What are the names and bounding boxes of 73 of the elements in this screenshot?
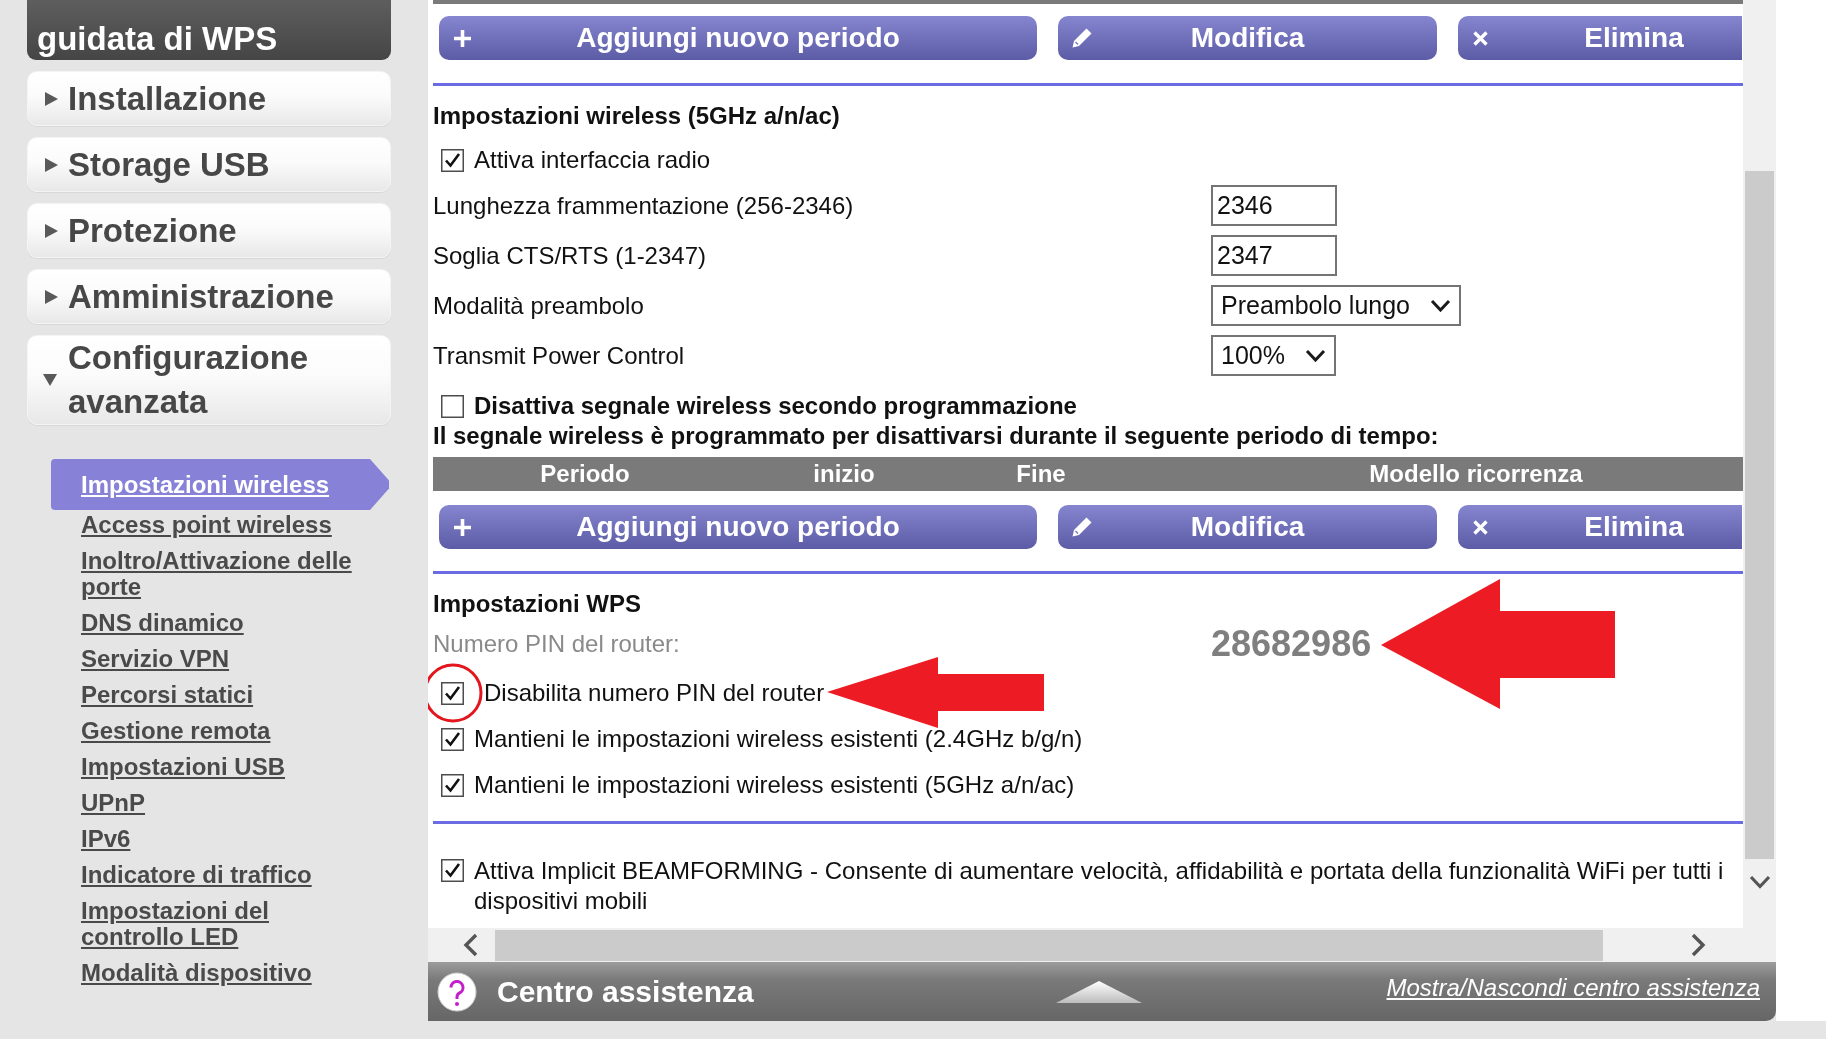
pencil-icon: [1072, 28, 1092, 48]
chevron-down-icon: [1430, 299, 1451, 312]
action-button[interactable]: Elimina: [1458, 16, 1742, 60]
submenu-link[interactable]: Indicatore di traffico: [51, 860, 389, 896]
text-field[interactable]: 2346: [1211, 185, 1337, 226]
action-button[interactable]: Aggiungi nuovo periodo: [439, 16, 1037, 60]
chevron-right-icon[interactable]: [1690, 933, 1707, 957]
menu-item[interactable]: Storage USB: [27, 137, 391, 192]
checkbox[interactable]: [441, 681, 464, 705]
checkbox[interactable]: [441, 727, 464, 751]
field-label: Modalità preambolo: [433, 291, 644, 320]
section-heading: Impostazioni wireless (5GHz a/n/ac): [433, 102, 841, 130]
chevron-down-icon: [1304, 349, 1326, 362]
submenu-link[interactable]: Percorsi statici: [51, 680, 389, 716]
checkbox-label: Attiva interfaccia radio: [474, 146, 711, 174]
up-triangle-icon[interactable]: [1055, 980, 1142, 1003]
submenu-link[interactable]: Modalità dispositivo: [51, 958, 389, 994]
checkbox[interactable]: [441, 859, 464, 882]
field-label: Lunghezza frammentazione (256-2346): [433, 191, 854, 220]
action-button[interactable]: Aggiungi nuovo periodo: [439, 505, 1037, 549]
submenu-link[interactable]: Inoltro/Attivazione delle porte: [51, 546, 389, 608]
section-heading: Impostazioni WPS: [433, 590, 642, 618]
checkbox[interactable]: [441, 773, 464, 797]
submenu-link[interactable]: Impostazioni del controllo LED: [51, 896, 389, 958]
submenu-link[interactable]: Servizio VPN: [51, 644, 389, 680]
dropdown[interactable]: 100%: [1211, 335, 1336, 376]
help-title: Centro assistenza: [497, 973, 754, 1010]
scrollbar-thumb[interactable]: [495, 929, 1603, 961]
chevron-left-icon[interactable]: [462, 933, 479, 957]
column-header: Periodo: [540, 460, 630, 488]
cross-icon: [1472, 29, 1489, 47]
help-icon: [437, 971, 477, 1012]
checkbox-label: Mantieni le impostazioni wireless esistenti (5GHz a/n/ac): [474, 771, 1075, 799]
submenu-link[interactable]: IPv6: [51, 824, 389, 860]
action-button[interactable]: Elimina: [1458, 505, 1742, 549]
scrollbar-thumb[interactable]: [1745, 171, 1774, 859]
horizontal-scrollbar[interactable]: [428, 928, 1776, 962]
wizard-button[interactable]: guidata di WPS: [27, 0, 391, 60]
field-label: Transmit Power Control: [433, 341, 685, 370]
pin-label: Numero PIN del router:: [433, 630, 680, 658]
plus-icon: [453, 517, 472, 537]
menu-item[interactable]: Protezione: [27, 203, 391, 258]
submenu-link[interactable]: UPnP: [51, 788, 389, 824]
checkbox-label: Disabilita numero PIN del router: [484, 679, 825, 707]
schedule-note: Il segnale wireless è programmato per disattivarsi durante il seguente periodo di tempo:: [433, 422, 1440, 450]
cross-icon: [1472, 518, 1489, 536]
field-label: Soglia CTS/RTS (1-2347): [433, 241, 706, 270]
action-button[interactable]: Modifica: [1058, 16, 1437, 60]
submenu-link[interactable]: Impostazioni USB: [51, 752, 389, 788]
submenu-link[interactable]: Access point wireless: [51, 510, 389, 546]
menu-item[interactable]: Installazione: [27, 71, 391, 126]
checkbox-label: Disattiva segnale wireless secondo programmazione: [474, 392, 1077, 420]
checkbox[interactable]: [441, 148, 464, 172]
pencil-icon: [1072, 517, 1092, 537]
arrow-icon: [827, 657, 1045, 728]
action-button[interactable]: Modifica: [1058, 505, 1437, 549]
plus-icon: [453, 28, 472, 48]
vertical-scrollbar[interactable]: [1743, 0, 1776, 928]
column-header: Fine: [1016, 460, 1066, 488]
menu-item[interactable]: Amministrazione: [27, 269, 391, 324]
menu-item[interactable]: Configurazione avanzata: [27, 335, 391, 425]
submenu-link[interactable]: DNS dinamico: [51, 608, 389, 644]
submenu-link[interactable]: Gestione remota: [51, 716, 389, 752]
checkbox[interactable]: [441, 394, 464, 418]
checkbox-label: Mantieni le impostazioni wireless esistenti (2.4GHz b/g/n): [474, 725, 1083, 753]
checkbox-label: Attiva Implicit BEAMFORMING - Consente di aumentare velocità, affidabilità e portata della funzionalità WiFi per tutti i dispositivi mobili: [474, 856, 1725, 916]
dropdown[interactable]: Preambolo lungo: [1211, 285, 1461, 326]
text-field[interactable]: 2347: [1211, 235, 1337, 276]
column-header: Modello ricorrenza: [1369, 460, 1583, 488]
column-header: inizio: [813, 460, 875, 488]
chevron-down-icon[interactable]: [1748, 875, 1771, 889]
help-link[interactable]: Mostra/Nascondi centro assistenza: [1386, 973, 1760, 1002]
pin-value: 28682986: [1211, 624, 1372, 664]
